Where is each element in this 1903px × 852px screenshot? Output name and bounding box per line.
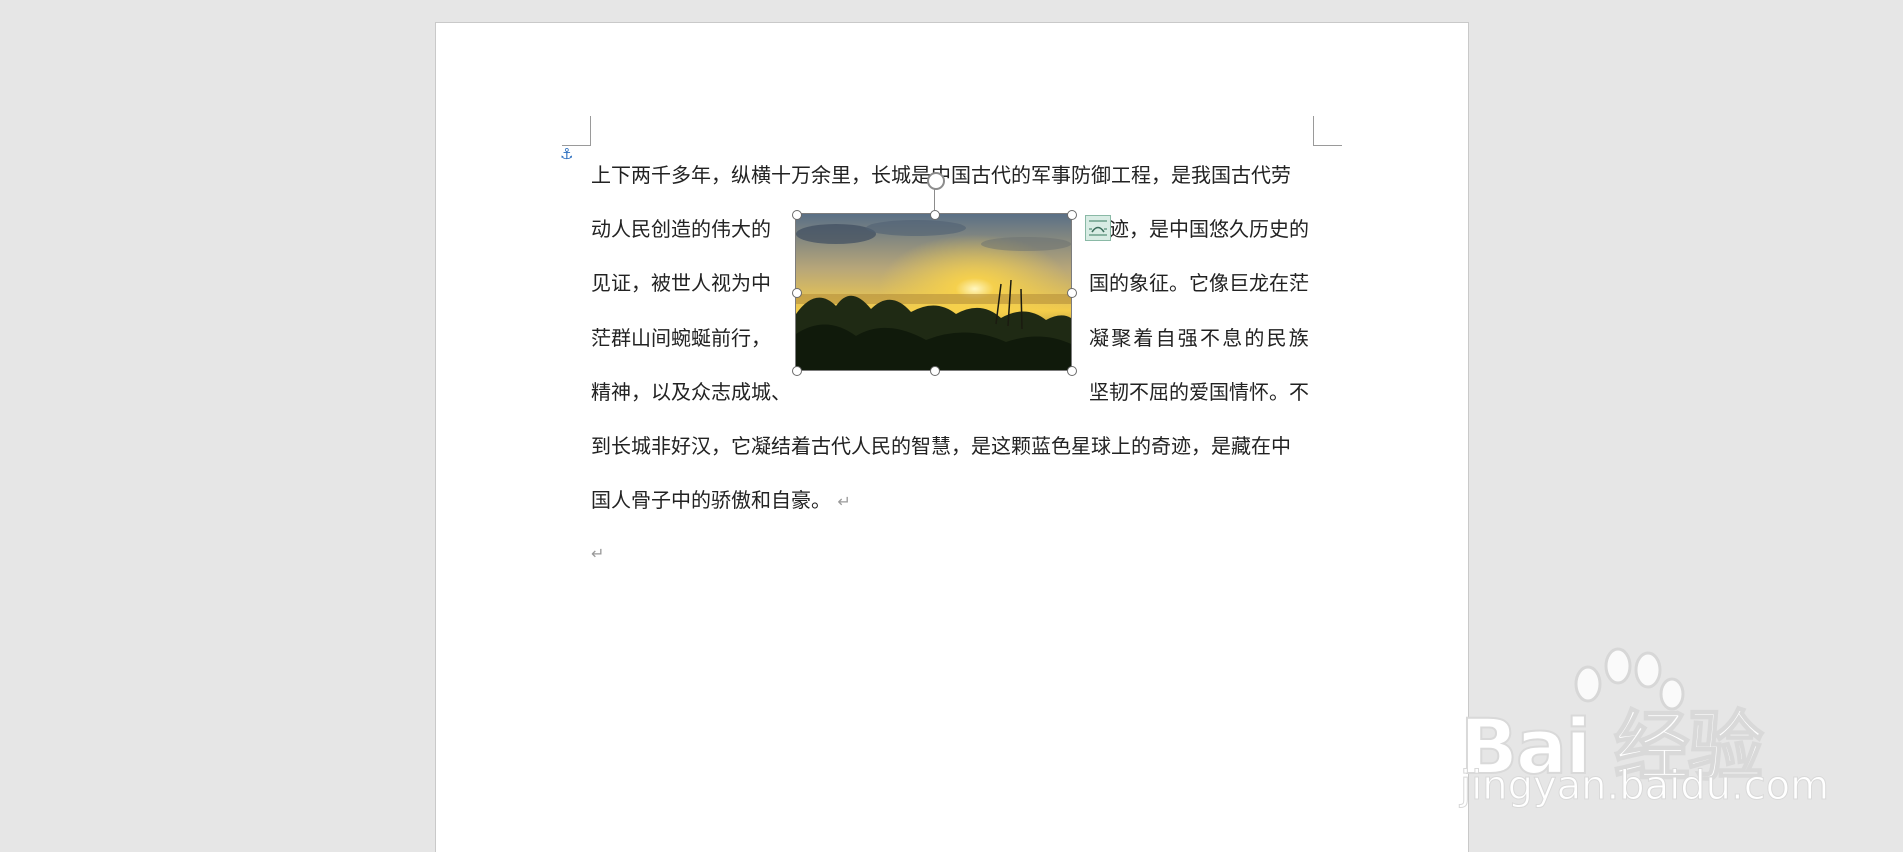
text-line-2-left[interactable]: 动人民创造的伟大的 [591,217,771,241]
watermark-url: jingyan.baidu.com [1459,763,1830,810]
text-line-4-right[interactable]: 凝聚着自强不息的民族 [1089,326,1311,350]
rotate-handle[interactable] [927,172,945,190]
text-line-7[interactable]: 国人骨子中的骄傲和自豪。 ↵ [591,488,851,514]
text-line-5-right[interactable]: 坚韧不屈的爱国情怀。不 [1089,380,1309,404]
layout-options-button[interactable] [1085,215,1111,241]
text-line-3-left[interactable]: 见证，被世人视为中 [591,271,771,295]
text-line-5-left[interactable]: 精神，以及众志成城、 [591,380,791,404]
resize-handle-s[interactable] [930,366,940,376]
text-line-7-content: 国人骨子中的骄傲和自豪。 [591,488,831,512]
margin-corner-top-left [590,116,591,145]
text-line-4-left[interactable]: 茫群山间蜿蜒前行， [591,326,771,350]
margin-corner-top-right-h [1313,145,1342,146]
margin-corner-top-right [1313,116,1314,145]
resize-handle-n[interactable] [930,210,940,220]
empty-paragraph-mark[interactable]: ↵ [591,542,604,566]
document-page[interactable]: ⚓ 上下两千多年，纵横十万余里，长城是中国古代的军事防御工程，是我国古代劳 动人… [435,22,1469,852]
resize-handle-sw[interactable] [792,366,802,376]
paragraph-mark: ↵ [837,492,851,511]
sunset-image[interactable] [796,214,1071,370]
resize-handle-e[interactable] [1067,288,1077,298]
resize-handle-w[interactable] [792,288,802,298]
resize-handle-nw[interactable] [792,210,802,220]
layout-options-icon [1089,220,1107,236]
text-line-3-right[interactable]: 国的象征。它像巨龙在茫 [1089,271,1309,295]
resize-handle-se[interactable] [1067,366,1077,376]
text-line-6[interactable]: 到长城非好汉，它凝结着古代人民的智慧，是这颗蓝色星球上的奇迹，是藏在中 [591,434,1291,458]
text-line-2-right[interactable]: 迹，是中国悠久历史的 [1109,217,1309,241]
anchor-icon[interactable]: ⚓ [560,147,573,162]
rotate-stem [934,188,935,210]
resize-handle-ne[interactable] [1067,210,1077,220]
sunset-photo-graphic [796,214,1071,370]
